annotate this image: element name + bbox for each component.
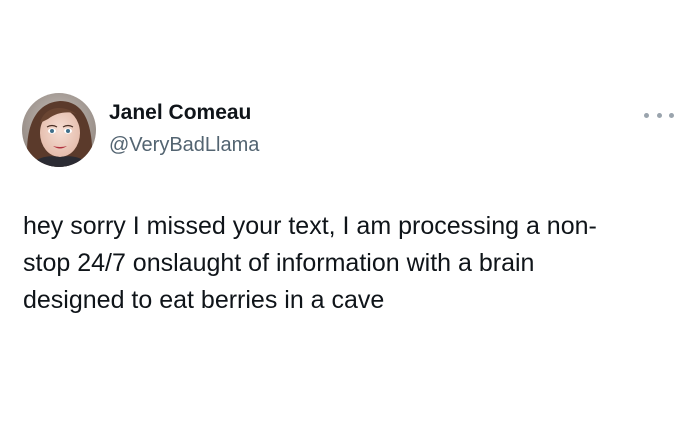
more-dot — [656, 112, 662, 118]
display-name[interactable]: Janel Comeau — [109, 100, 259, 126]
user-handle[interactable]: @VeryBadLlama — [109, 132, 259, 158]
more-dot — [669, 112, 674, 118]
more-dot — [644, 112, 649, 118]
tweet-text-line: designed to eat berries in a cave — [23, 286, 385, 314]
tweet-card: Janel Comeau @VeryBadLlama hey sorry I m… — [0, 0, 700, 437]
profile-photo-icon — [22, 93, 96, 167]
avatar[interactable] — [22, 93, 96, 167]
author-info[interactable]: Janel Comeau @VeryBadLlama — [109, 100, 259, 158]
more-horizontal-icon[interactable] — [644, 105, 674, 125]
tweet-text: hey sorry I missed your text, I am proce… — [23, 208, 683, 319]
tweet-text-line: stop 24/7 onslaught of information with … — [23, 249, 535, 277]
tweet-text-line: hey sorry I missed your text, I am proce… — [23, 212, 597, 240]
